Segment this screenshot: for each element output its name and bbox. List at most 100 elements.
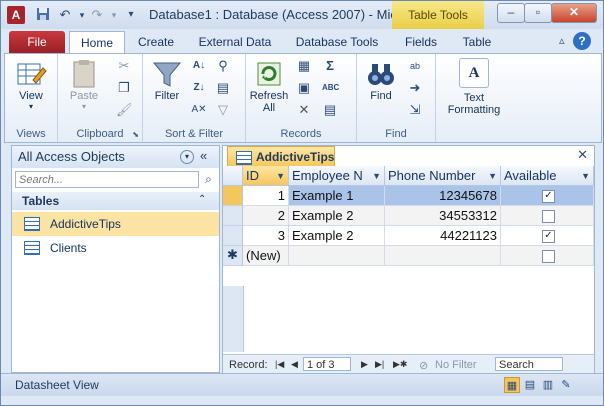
- cell-phone-number[interactable]: 12345678: [385, 186, 501, 206]
- available-checkbox[interactable]: [542, 250, 555, 263]
- column-dropdown-icon[interactable]: ▼: [581, 166, 590, 186]
- sort-ascending-icon[interactable]: A↓: [191, 58, 207, 74]
- access-app-icon[interactable]: A: [7, 6, 25, 24]
- record-selector[interactable]: [223, 186, 243, 206]
- redo-icon[interactable]: ↷: [89, 7, 105, 23]
- cell-employee-name[interactable]: [289, 246, 385, 266]
- close-button[interactable]: ✕: [551, 3, 597, 23]
- record-selector[interactable]: [223, 226, 243, 246]
- previous-record-icon[interactable]: ◀: [291, 359, 298, 370]
- search-icon[interactable]: ⌕: [200, 171, 217, 188]
- new-record-marker[interactable]: ✱: [223, 246, 243, 266]
- nav-item-addictivetips[interactable]: AddictiveTips: [12, 212, 219, 236]
- column-header-employee-name[interactable]: Employee N ▼: [289, 166, 385, 186]
- tab-fields[interactable]: Fields: [399, 31, 443, 53]
- advanced-filter-icon[interactable]: ▤: [215, 80, 231, 96]
- cut-icon[interactable]: ✂: [116, 58, 132, 74]
- minimize-button[interactable]: –: [497, 3, 525, 23]
- totals-icon[interactable]: Σ: [322, 58, 338, 74]
- select-all-corner[interactable]: [223, 166, 243, 186]
- customize-qat-icon[interactable]: ▾: [123, 7, 139, 23]
- tab-home[interactable]: Home: [69, 31, 125, 54]
- more-records-icon[interactable]: ▤: [322, 102, 338, 118]
- available-checkbox[interactable]: ✓: [542, 230, 555, 243]
- delete-record-icon[interactable]: ✕: [296, 102, 312, 118]
- tab-table[interactable]: Table: [455, 31, 499, 53]
- remove-sort-icon[interactable]: A✕: [191, 102, 207, 118]
- new-record-nav-icon[interactable]: ▶✱: [393, 359, 407, 370]
- cell-available[interactable]: ✓: [501, 186, 594, 206]
- tab-database-tools[interactable]: Database Tools: [289, 31, 385, 53]
- available-checkbox[interactable]: [542, 210, 555, 223]
- view-button[interactable]: View ▾: [9, 58, 53, 111]
- select-icon[interactable]: ⇲: [407, 102, 423, 118]
- help-icon[interactable]: ?: [573, 32, 591, 50]
- cell-id[interactable]: 1: [243, 186, 289, 206]
- save-icon[interactable]: [35, 7, 51, 23]
- redo-dropdown-icon[interactable]: ▾: [106, 7, 122, 23]
- tab-external-data[interactable]: External Data: [191, 31, 279, 53]
- nav-search-input[interactable]: [15, 171, 199, 188]
- cell-available[interactable]: [501, 246, 594, 266]
- last-record-icon[interactable]: ▶|: [375, 359, 384, 370]
- replace-icon[interactable]: ab: [407, 58, 423, 74]
- cell-available[interactable]: ✓: [501, 226, 594, 246]
- cell-phone-number[interactable]: [385, 246, 501, 266]
- record-search-input[interactable]: Search: [495, 357, 563, 371]
- document-tab-addictivetips[interactable]: AddictiveTips: [227, 146, 335, 167]
- record-selector[interactable]: [223, 206, 243, 226]
- cell-phone-number[interactable]: 34553312: [385, 206, 501, 226]
- tab-create[interactable]: Create: [131, 31, 181, 53]
- available-checkbox[interactable]: ✓: [542, 190, 555, 203]
- copy-icon[interactable]: ❐: [116, 80, 132, 96]
- next-record-icon[interactable]: ▶: [361, 359, 368, 370]
- column-dropdown-icon[interactable]: ▼: [276, 166, 285, 186]
- new-record-icon[interactable]: ▦: [296, 58, 312, 74]
- filter-button[interactable]: Filter: [147, 58, 187, 102]
- minimize-ribbon-icon[interactable]: ▵: [559, 34, 565, 47]
- collapse-group-icon[interactable]: ⌃: [198, 194, 206, 205]
- clipboard-dialog-launcher-icon[interactable]: ⬊: [132, 130, 139, 139]
- cell-id[interactable]: 2: [243, 206, 289, 226]
- column-dropdown-icon[interactable]: ▼: [372, 166, 381, 186]
- maximize-button[interactable]: ▫: [524, 3, 552, 23]
- tab-file[interactable]: File: [9, 31, 65, 53]
- table-row[interactable]: 1 Example 1 12345678 ✓: [243, 186, 594, 206]
- nav-item-clients[interactable]: Clients: [12, 236, 219, 260]
- nav-pane-header[interactable]: All Access Objects ▾ «: [12, 146, 219, 168]
- save-record-icon[interactable]: ▣: [296, 80, 312, 96]
- cell-employee-name[interactable]: Example 2: [289, 206, 385, 226]
- text-formatting-button[interactable]: A Text Formatting: [438, 58, 510, 116]
- first-record-icon[interactable]: |◀: [275, 359, 284, 370]
- pivotchart-view-icon[interactable]: ▥: [540, 377, 556, 393]
- cell-employee-name[interactable]: Example 1: [289, 186, 385, 206]
- new-record-row[interactable]: (New): [243, 246, 594, 266]
- undo-dropdown-icon[interactable]: ▾: [74, 7, 90, 23]
- go-to-icon[interactable]: ➜: [407, 80, 423, 96]
- column-header-phone-number[interactable]: Phone Number ▼: [385, 166, 501, 186]
- spelling-icon[interactable]: ABC: [322, 80, 339, 96]
- datasheet-view-icon[interactable]: ▦: [504, 377, 520, 393]
- column-header-available[interactable]: Available ▼: [501, 166, 594, 186]
- cell-employee-name[interactable]: Example 2: [289, 226, 385, 246]
- column-dropdown-icon[interactable]: ▼: [488, 166, 497, 186]
- cell-phone-number[interactable]: 44221123: [385, 226, 501, 246]
- find-button[interactable]: Find: [361, 58, 401, 102]
- design-view-icon[interactable]: ✎: [558, 377, 574, 393]
- table-row[interactable]: 2 Example 2 34553312: [243, 206, 594, 226]
- cell-available[interactable]: [501, 206, 594, 226]
- column-header-id[interactable]: ID ▼: [243, 166, 289, 186]
- nav-menu-dropdown-icon[interactable]: ▾: [180, 150, 194, 164]
- paste-button[interactable]: Paste ▾: [64, 58, 104, 111]
- no-filter-label[interactable]: No Filter: [435, 359, 477, 371]
- current-record-field[interactable]: 1 of 3: [303, 357, 351, 371]
- close-document-icon[interactable]: ✕: [577, 147, 588, 163]
- nav-group-tables[interactable]: Tables ⌃: [12, 192, 219, 210]
- cell-id[interactable]: 3: [243, 226, 289, 246]
- cell-new[interactable]: (New): [243, 246, 289, 266]
- table-row[interactable]: 3 Example 2 44221123 ✓: [243, 226, 594, 246]
- pivottable-view-icon[interactable]: ▤: [522, 377, 538, 393]
- shutter-bar-close-icon[interactable]: «: [200, 148, 207, 163]
- format-painter-icon[interactable]: 🖌: [116, 102, 133, 118]
- selection-filter-icon[interactable]: ⚲: [215, 58, 231, 74]
